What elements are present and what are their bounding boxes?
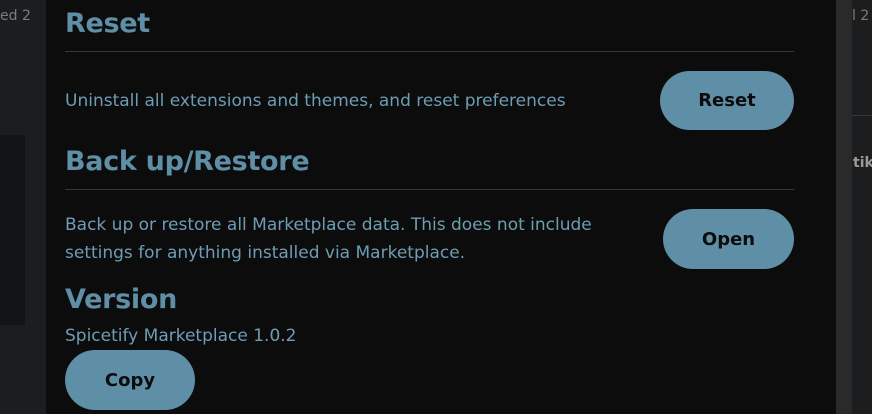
background-right-text-2: tik <box>853 155 872 171</box>
version-section-title: Version <box>65 284 178 315</box>
backup-divider <box>65 189 794 190</box>
backup-section-title: Back up/Restore <box>65 146 310 177</box>
reset-section-title: Reset <box>65 8 150 39</box>
reset-divider <box>65 51 794 52</box>
version-value: Spicetify Marketplace 1.0.2 <box>65 326 297 346</box>
scrollbar-track[interactable] <box>836 0 852 414</box>
backup-description: Back up or restore all Marketplace data.… <box>65 215 592 263</box>
reset-button[interactable]: Reset <box>660 71 794 130</box>
background-right-divider <box>852 115 872 116</box>
background-left-text: ed 2 <box>0 8 31 24</box>
open-button[interactable]: Open <box>663 209 794 269</box>
reset-description: Uninstall all extensions and themes, and… <box>65 91 566 111</box>
copy-button[interactable]: Copy <box>65 350 195 410</box>
background-right-text: l 2 <box>852 8 870 24</box>
background-left-card <box>0 135 25 325</box>
